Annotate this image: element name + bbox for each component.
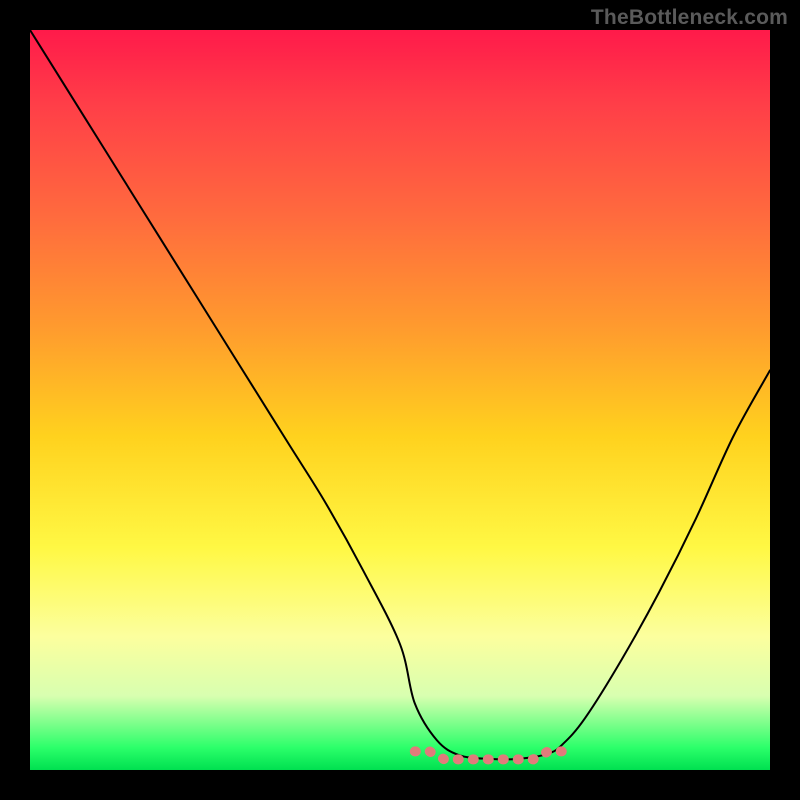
watermark-text: TheBottleneck.com <box>591 6 788 30</box>
chart-canvas: TheBottleneck.com <box>0 0 800 800</box>
bottleneck-curve <box>30 30 770 759</box>
plot-area <box>30 30 770 770</box>
curve-layer <box>30 30 770 770</box>
